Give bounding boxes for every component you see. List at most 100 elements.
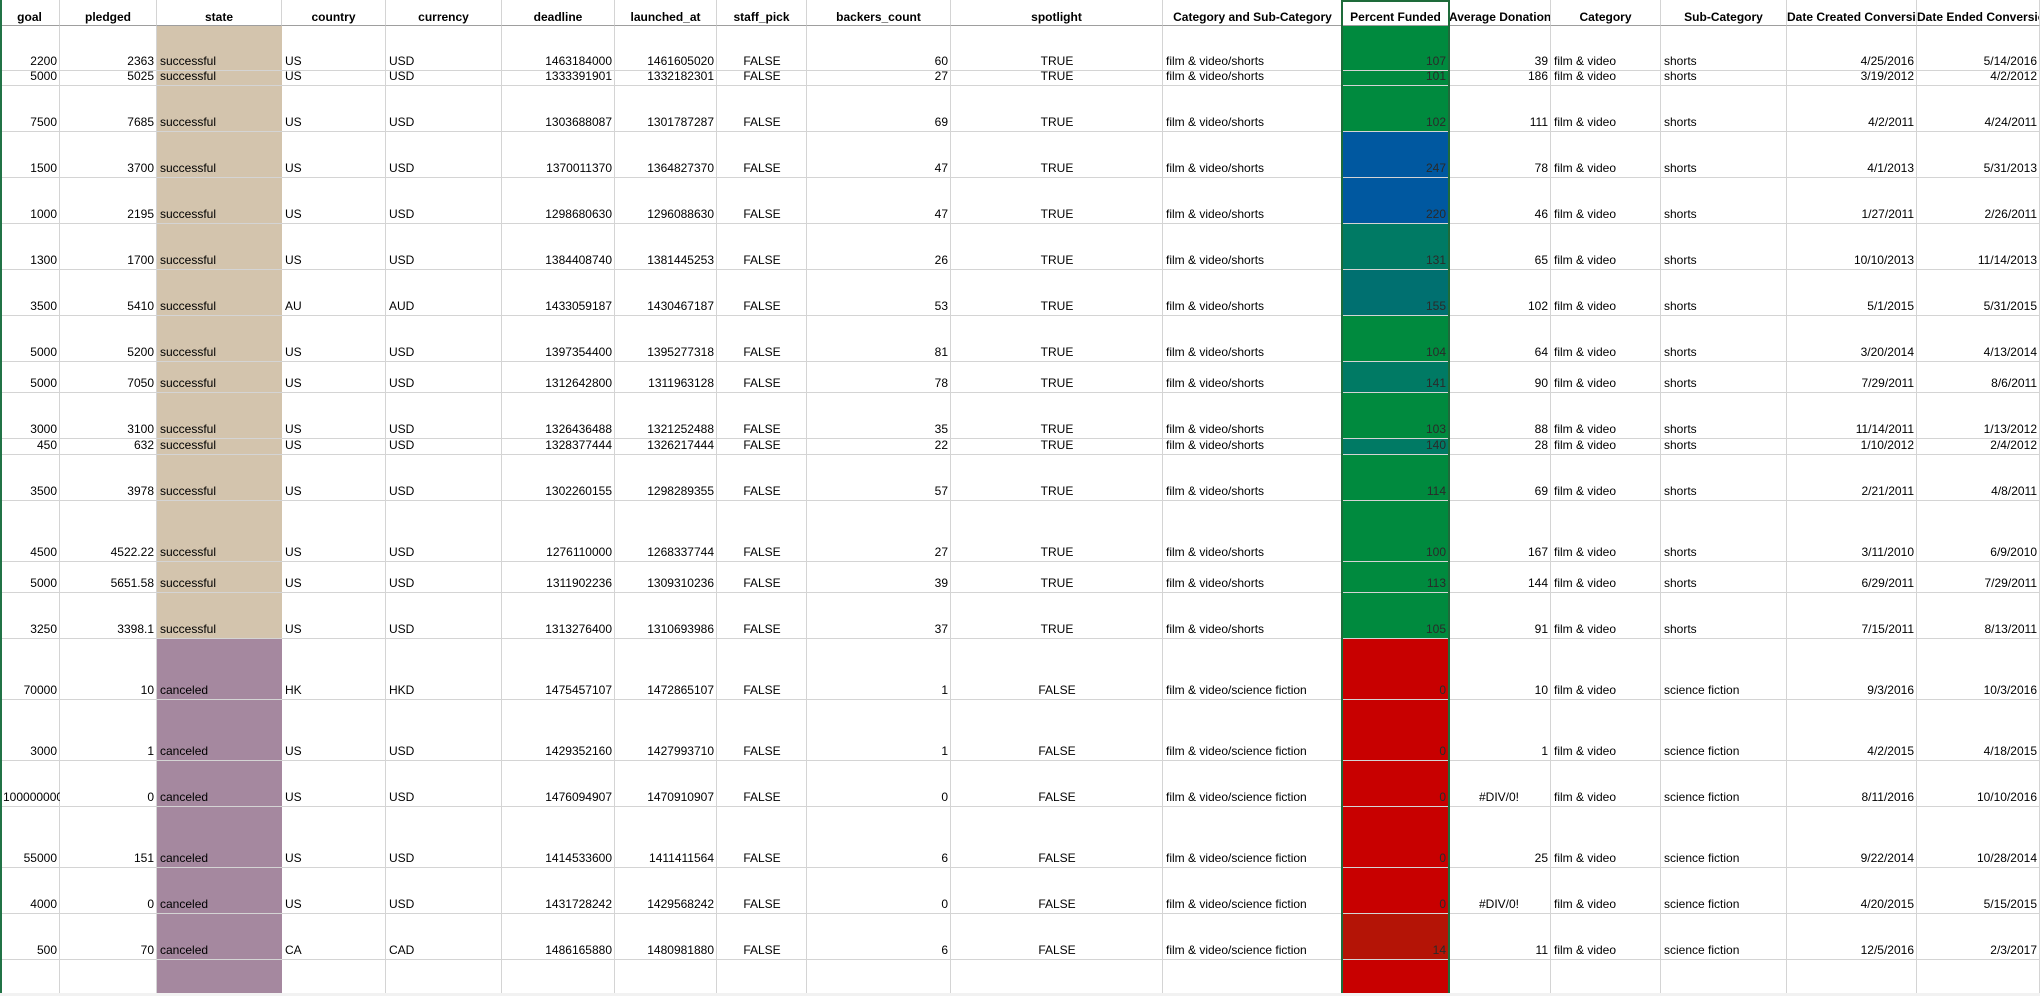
cell-avg-donation[interactable]: 186 xyxy=(1449,68,1551,84)
cell-percent-funded[interactable]: 14 xyxy=(1343,942,1449,958)
cell-goal[interactable]: 3250 xyxy=(0,621,60,637)
cell-date-created[interactable]: 3/19/2012 xyxy=(1787,68,1917,84)
cell-launched-at[interactable]: 1411411564 xyxy=(615,850,717,866)
cell-state[interactable]: successful xyxy=(157,298,282,314)
cell-sub-category[interactable]: science fiction xyxy=(1661,896,1787,912)
cell-category[interactable]: film & video xyxy=(1551,53,1661,69)
cell-date-created[interactable]: 4/2/2011 xyxy=(1787,114,1917,130)
cell-country[interactable]: US xyxy=(282,437,386,453)
cell-currency[interactable]: USD xyxy=(386,850,502,866)
cell-spotlight[interactable]: TRUE xyxy=(951,621,1163,637)
cell-spotlight[interactable]: FALSE xyxy=(951,743,1163,759)
cell-deadline[interactable]: 1486165880 xyxy=(502,942,615,958)
column-header-goal[interactable]: goal xyxy=(0,0,60,26)
cell-currency[interactable]: USD xyxy=(386,252,502,268)
cell-avg-donation[interactable]: 10 xyxy=(1449,682,1551,698)
cell-percent-funded[interactable]: 0 xyxy=(1343,896,1449,912)
cell-launched-at[interactable]: 1395277318 xyxy=(615,344,717,360)
cell-date-ended[interactable]: 1/13/2012 xyxy=(1917,421,2040,437)
cell-state[interactable]: successful xyxy=(157,437,282,453)
cell-currency[interactable]: HKD xyxy=(386,682,502,698)
cell-avg-donation[interactable]: 144 xyxy=(1449,575,1551,591)
cell-staff-pick[interactable]: FALSE xyxy=(717,160,807,176)
cell-category[interactable]: film & video xyxy=(1551,544,1661,560)
cell-date-ended[interactable]: 10/3/2016 xyxy=(1917,682,2040,698)
cell-staff-pick[interactable]: FALSE xyxy=(717,206,807,222)
cell-currency[interactable]: USD xyxy=(386,53,502,69)
cell-pledged[interactable]: 7685 xyxy=(60,114,157,130)
cell-deadline[interactable]: 1429352160 xyxy=(502,743,615,759)
cell-backers-count[interactable]: 47 xyxy=(807,206,951,222)
cell-backers-count[interactable]: 81 xyxy=(807,344,951,360)
cell-avg-donation[interactable]: 65 xyxy=(1449,252,1551,268)
cell-sub-category[interactable]: shorts xyxy=(1661,53,1787,69)
cell-date-ended[interactable]: 5/15/2015 xyxy=(1917,896,2040,912)
cell-state[interactable]: successful xyxy=(157,53,282,69)
cell-goal[interactable]: 5000 xyxy=(0,68,60,84)
cell-category-sub[interactable]: film & video/science fiction xyxy=(1163,942,1343,958)
cell-deadline[interactable]: 1312642800 xyxy=(502,375,615,391)
cell-backers-count[interactable]: 26 xyxy=(807,252,951,268)
cell-state[interactable]: canceled xyxy=(157,850,282,866)
cell-country[interactable]: US xyxy=(282,421,386,437)
cell-date-created[interactable]: 4/20/2015 xyxy=(1787,896,1917,912)
column-header-sub-category[interactable]: Sub-Category xyxy=(1661,0,1787,26)
cell-state[interactable]: successful xyxy=(157,114,282,130)
cell-date-created[interactable]: 4/1/2013 xyxy=(1787,160,1917,176)
cell-pledged[interactable]: 4522.22 xyxy=(60,544,157,560)
cell-category[interactable]: film & video xyxy=(1551,206,1661,222)
cell-backers-count[interactable]: 78 xyxy=(807,375,951,391)
cell-category-sub[interactable]: film & video/science fiction xyxy=(1163,896,1343,912)
cell-spotlight[interactable]: TRUE xyxy=(951,375,1163,391)
cell-sub-category[interactable]: science fiction xyxy=(1661,789,1787,805)
cell-avg-donation[interactable]: 91 xyxy=(1449,621,1551,637)
cell-goal[interactable]: 3000 xyxy=(0,743,60,759)
cell-launched-at[interactable]: 1296088630 xyxy=(615,206,717,222)
cell-category-sub[interactable]: film & video/shorts xyxy=(1163,437,1343,453)
cell-currency[interactable]: USD xyxy=(386,789,502,805)
column-header-country[interactable]: country xyxy=(282,0,386,26)
cell-sub-category[interactable]: science fiction xyxy=(1661,850,1787,866)
cell-spotlight[interactable]: FALSE xyxy=(951,789,1163,805)
cell-date-ended[interactable]: 5/14/2016 xyxy=(1917,53,2040,69)
cell-pledged[interactable]: 1700 xyxy=(60,252,157,268)
column-header-launched-at[interactable]: launched_at xyxy=(615,0,717,26)
cell-date-ended[interactable]: 10/10/2016 xyxy=(1917,789,2040,805)
cell-pledged[interactable]: 5025 xyxy=(60,68,157,84)
cell-launched-at[interactable]: 1321252488 xyxy=(615,421,717,437)
cell-state[interactable]: successful xyxy=(157,344,282,360)
cell-country[interactable]: US xyxy=(282,344,386,360)
cell-backers-count[interactable]: 60 xyxy=(807,53,951,69)
cell-sub-category[interactable]: shorts xyxy=(1661,114,1787,130)
cell-country[interactable]: US xyxy=(282,375,386,391)
cell-date-created[interactable]: 3/11/2010 xyxy=(1787,544,1917,560)
cell-state[interactable]: successful xyxy=(157,160,282,176)
cell-category-sub[interactable]: film & video/shorts xyxy=(1163,575,1343,591)
cell-goal[interactable]: 100000000 xyxy=(0,789,60,805)
cell-staff-pick[interactable]: FALSE xyxy=(717,544,807,560)
cell-category-sub[interactable]: film & video/science fiction xyxy=(1163,789,1343,805)
cell-goal[interactable]: 5000 xyxy=(0,375,60,391)
cell-staff-pick[interactable]: FALSE xyxy=(717,114,807,130)
cell-date-created[interactable]: 1/27/2011 xyxy=(1787,206,1917,222)
cell-date-created[interactable]: 9/3/2016 xyxy=(1787,682,1917,698)
cell-currency[interactable]: CAD xyxy=(386,942,502,958)
cell-launched-at[interactable]: 1430467187 xyxy=(615,298,717,314)
cell-goal[interactable]: 3000 xyxy=(0,421,60,437)
cell-launched-at[interactable]: 1381445253 xyxy=(615,252,717,268)
cell-pledged[interactable]: 70 xyxy=(60,942,157,958)
column-header-category[interactable]: Category xyxy=(1551,0,1661,26)
cell-category-sub[interactable]: film & video/shorts xyxy=(1163,298,1343,314)
cell-category[interactable]: film & video xyxy=(1551,375,1661,391)
cell-date-created[interactable]: 8/11/2016 xyxy=(1787,789,1917,805)
cell-staff-pick[interactable]: FALSE xyxy=(717,298,807,314)
cell-launched-at[interactable]: 1301787287 xyxy=(615,114,717,130)
cell-percent-funded[interactable]: 0 xyxy=(1343,682,1449,698)
cell-avg-donation[interactable]: 28 xyxy=(1449,437,1551,453)
cell-avg-donation[interactable]: 102 xyxy=(1449,298,1551,314)
cell-spotlight[interactable]: TRUE xyxy=(951,68,1163,84)
cell-date-ended[interactable]: 4/13/2014 xyxy=(1917,344,2040,360)
cell-state[interactable]: successful xyxy=(157,375,282,391)
column-header-deadline[interactable]: deadline xyxy=(502,0,615,26)
cell-date-created[interactable]: 3/20/2014 xyxy=(1787,344,1917,360)
